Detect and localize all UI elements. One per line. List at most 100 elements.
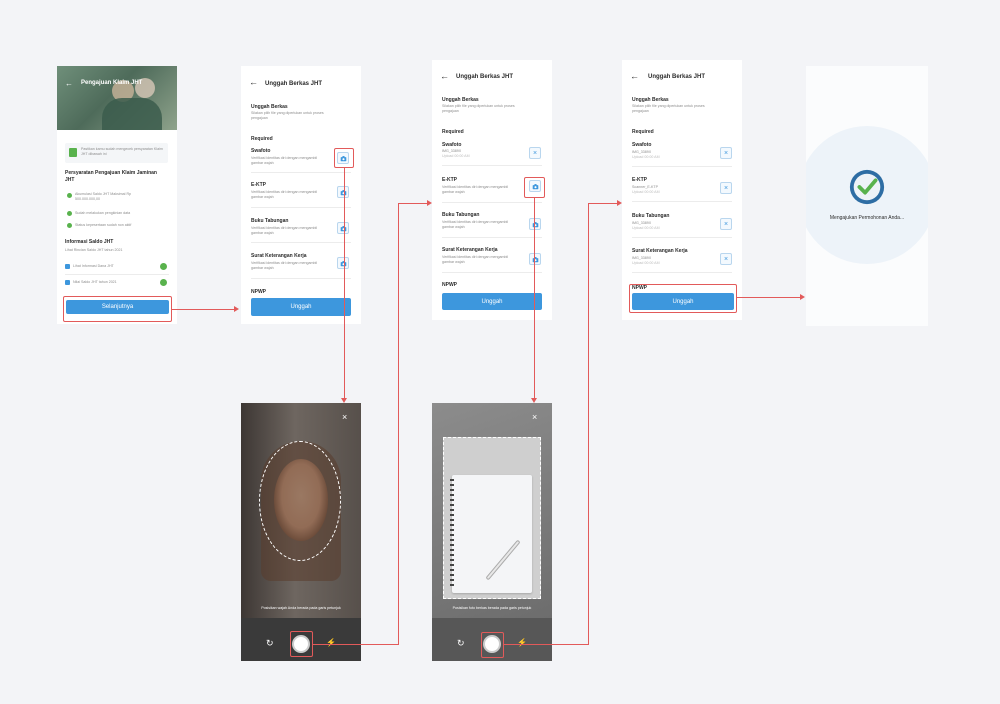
flash-icon[interactable]: ⚡ bbox=[517, 638, 527, 647]
section-title: Unggah Berkas bbox=[632, 97, 669, 103]
check-icon bbox=[67, 193, 72, 198]
doc-desc: Verifikasi identitas diri dengan mengamb… bbox=[442, 220, 509, 229]
arrowhead-icon bbox=[427, 200, 432, 206]
clock-check-icon bbox=[849, 169, 885, 205]
doc-desc: Verifikasi identitas diri dengan mengamb… bbox=[251, 261, 318, 270]
remove-file-button[interactable]: × bbox=[529, 147, 541, 159]
required-label: Required bbox=[632, 129, 654, 135]
back-arrow-icon[interactable]: ← bbox=[65, 79, 73, 88]
notice-text: Pastikan kamu sudah mengecek persyaratan… bbox=[81, 147, 163, 156]
doc-desc: Verifikasi identitas diri dengan mengamb… bbox=[442, 255, 509, 264]
document-camera-screen: × Posisikan foto berkas berada pada gari… bbox=[432, 403, 552, 661]
arrowhead-icon bbox=[617, 200, 622, 206]
camera-upload-button[interactable] bbox=[337, 222, 349, 234]
selfie-camera-screen: × Posisikan wajah Anda berada pada garis… bbox=[241, 403, 361, 661]
doc-name: E-KTP bbox=[442, 177, 457, 183]
camera-upload-button[interactable] bbox=[337, 186, 349, 198]
upload-date: Upload 00:00 AM bbox=[632, 226, 660, 230]
page-title: Unggah Berkas JHT bbox=[265, 81, 323, 87]
upload-screen-initial: ← Unggah Berkas JHT Unggah Berkas Silaka… bbox=[241, 66, 361, 324]
upload-screen-all-done: ← Unggah Berkas JHT Unggah Berkas Silaka… bbox=[622, 60, 742, 320]
doc-name: E-KTP bbox=[251, 182, 266, 188]
back-arrow-icon[interactable]: ← bbox=[249, 77, 258, 87]
camera-icon bbox=[340, 225, 346, 231]
doc-name: Swafoto bbox=[442, 142, 462, 148]
required-label: Required bbox=[251, 136, 273, 142]
remove-file-button[interactable]: × bbox=[720, 147, 732, 159]
requirement-item: Sudah melakukan pengkinian data bbox=[75, 211, 131, 215]
doc-name: Buku Tabungan bbox=[442, 212, 480, 218]
highlight-shutter-2 bbox=[481, 632, 504, 658]
document-guide bbox=[443, 437, 541, 599]
camera-upload-button[interactable] bbox=[529, 253, 541, 265]
doc-name: E-KTP bbox=[632, 177, 647, 183]
doc-desc: Verifikasi identitas diri dengan mengamb… bbox=[251, 190, 318, 199]
highlight-shutter-1 bbox=[290, 631, 313, 657]
face-guide bbox=[259, 441, 341, 561]
remove-file-button[interactable]: × bbox=[720, 218, 732, 230]
check-icon bbox=[67, 223, 72, 228]
doc-name: Surat Keterangan Kerja bbox=[632, 248, 688, 254]
document-icon bbox=[69, 148, 77, 157]
camera-upload-button[interactable] bbox=[529, 218, 541, 230]
back-arrow-icon[interactable]: ← bbox=[440, 71, 449, 81]
highlight-upload bbox=[629, 284, 737, 313]
close-icon[interactable]: × bbox=[342, 412, 347, 422]
camera-icon bbox=[340, 260, 346, 266]
highlight-selfie-camera bbox=[334, 148, 354, 168]
page-title: Unggah Berkas JHT bbox=[456, 74, 514, 80]
flash-icon[interactable]: ⚡ bbox=[326, 638, 336, 647]
upload-button[interactable]: Unggah bbox=[442, 293, 542, 310]
doc-name: Swafoto bbox=[251, 148, 271, 154]
doc-desc: Verifikasi identitas diri dengan mengamb… bbox=[251, 156, 318, 165]
upload-button[interactable]: Unggah bbox=[251, 298, 351, 316]
doc-name: NPWP bbox=[251, 289, 266, 295]
back-arrow-icon[interactable]: ← bbox=[630, 71, 639, 81]
info-subtitle: Lihat Rincian Saldo JHT tahun 2021 bbox=[65, 248, 123, 252]
section-title: Unggah Berkas bbox=[251, 104, 288, 110]
upload-date: Upload 00:00 AM bbox=[632, 261, 660, 265]
info-link-label: Nilai Saldo JHT tahun 2021 bbox=[73, 280, 117, 284]
switch-camera-icon[interactable]: ↻ bbox=[457, 638, 465, 649]
page-title: Unggah Berkas JHT bbox=[648, 74, 706, 80]
upload-date: Upload 00:00 AM bbox=[632, 190, 660, 194]
camera-icon bbox=[532, 256, 538, 262]
doc-name: Surat Keterangan Kerja bbox=[251, 253, 307, 259]
link-icon bbox=[65, 264, 70, 269]
camera-upload-button[interactable] bbox=[337, 257, 349, 269]
notice-card: Pastikan kamu sudah mengecek persyaratan… bbox=[65, 143, 168, 163]
chevron-right-icon bbox=[160, 263, 167, 270]
arrowhead-icon bbox=[800, 294, 805, 300]
arrowhead-icon bbox=[234, 306, 239, 312]
requirement-item: Status kepesertaan sudah non aktif bbox=[75, 223, 132, 227]
close-icon[interactable]: × bbox=[532, 412, 537, 422]
arrowhead-icon bbox=[531, 398, 537, 403]
remove-file-button[interactable]: × bbox=[720, 182, 732, 194]
info-link-label: Lihat Informasi Dana JHT bbox=[73, 264, 114, 268]
arrowhead-icon bbox=[341, 398, 347, 403]
remove-file-button[interactable]: × bbox=[720, 253, 732, 265]
doc-name: Surat Keterangan Kerja bbox=[442, 247, 498, 253]
doc-name: NPWP bbox=[442, 282, 457, 288]
highlight-ektp-camera bbox=[524, 177, 545, 198]
claim-requirements-screen: ← Pengajuan Klaim JHT Pastikan kamu suda… bbox=[57, 66, 177, 324]
submitting-text: Mengajukan Permohonan Anda... bbox=[829, 215, 905, 221]
camera-hint: Posisikan foto berkas berada pada garis … bbox=[452, 606, 532, 610]
doc-desc: Verifikasi identitas diri dengan mengamb… bbox=[251, 226, 318, 235]
requirement-item: Akumulasi Saldo JHT Maksimal Rp 500.000.… bbox=[75, 192, 132, 201]
doc-name: Swafoto bbox=[632, 142, 652, 148]
camera-hint: Posisikan wajah Anda berada pada garis p… bbox=[261, 606, 341, 610]
check-icon bbox=[67, 211, 72, 216]
highlight-next bbox=[63, 296, 172, 322]
required-label: Required bbox=[442, 129, 464, 135]
doc-name: Buku Tabungan bbox=[251, 218, 289, 224]
upload-date: Upload 00:00 AM bbox=[632, 155, 660, 159]
requirements-title: Persyaratan Pengajuan Klaim Jaminan JHT bbox=[65, 170, 157, 183]
section-desc: Silakan pilih file yang diperlukan untuk… bbox=[442, 104, 515, 113]
camera-icon bbox=[340, 189, 346, 195]
chevron-right-icon bbox=[160, 279, 167, 286]
info-title: Informasi Saldo JHT bbox=[65, 239, 114, 245]
section-desc: Silakan pilih file yang diperlukan untuk… bbox=[632, 104, 705, 113]
doc-name: Buku Tabungan bbox=[632, 213, 670, 219]
switch-camera-icon[interactable]: ↻ bbox=[266, 638, 274, 649]
